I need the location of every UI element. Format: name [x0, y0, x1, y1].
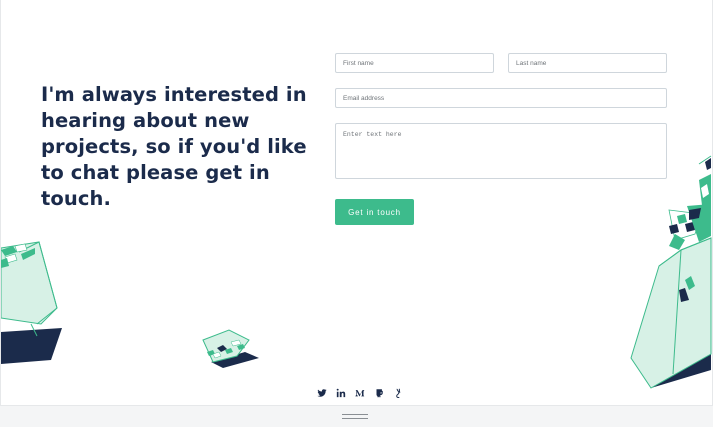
- decorative-shape-middle: [202, 329, 259, 368]
- last-name-field[interactable]: [508, 53, 667, 73]
- dribbble-icon[interactable]: [393, 388, 403, 398]
- first-name-field[interactable]: [335, 53, 494, 73]
- codepen-icon[interactable]: [374, 388, 384, 398]
- get-in-touch-button[interactable]: Get in touch: [335, 199, 414, 225]
- medium-icon[interactable]: [355, 388, 365, 398]
- message-textarea[interactable]: [335, 123, 667, 179]
- twitter-icon[interactable]: [317, 388, 327, 398]
- decorative-shape-left: [1, 241, 62, 364]
- contact-section: I'm always interested in hearing about n…: [0, 0, 713, 406]
- linkedin-icon[interactable]: [336, 388, 346, 398]
- email-field[interactable]: [335, 88, 667, 108]
- decorative-shape-right: [630, 155, 712, 389]
- social-links: [317, 388, 403, 398]
- contact-heading: I'm always interested in hearing about n…: [41, 83, 307, 210]
- drag-handle[interactable]: [342, 414, 368, 420]
